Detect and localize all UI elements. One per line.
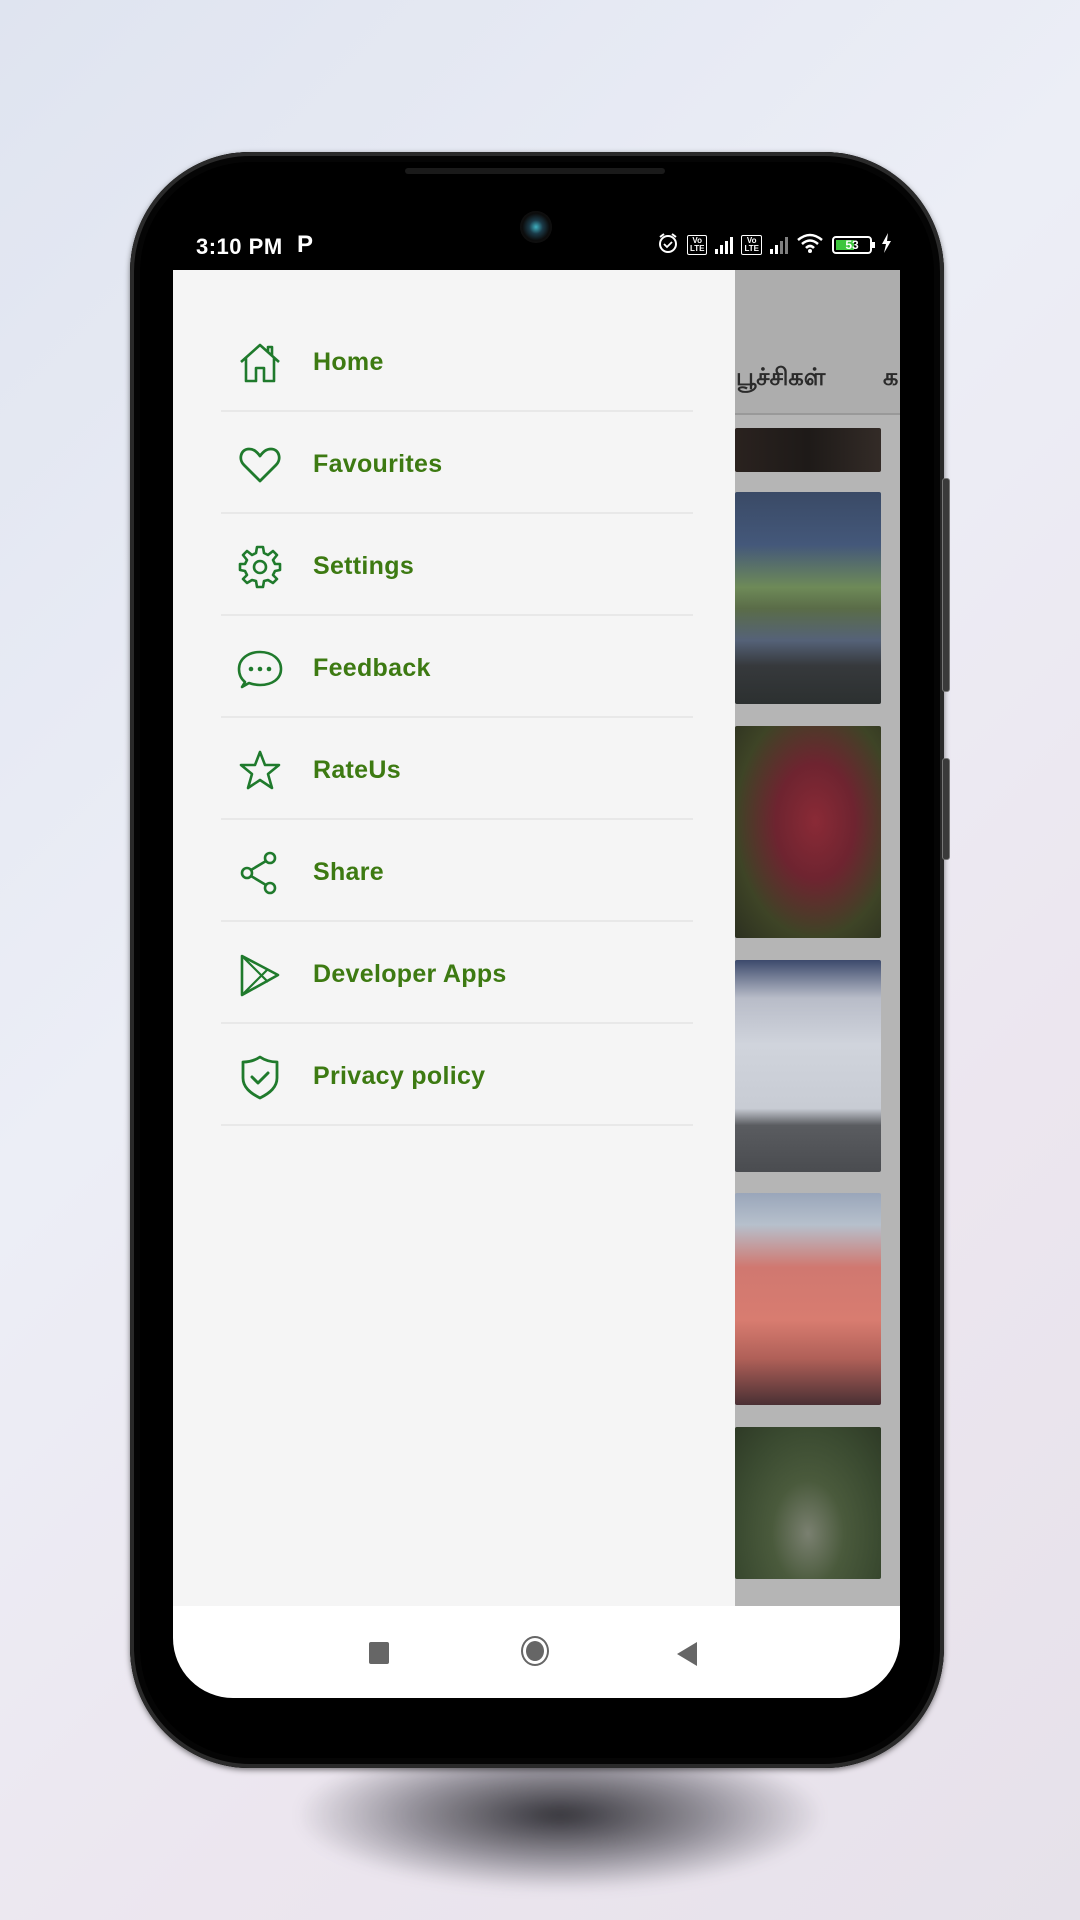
charging-icon bbox=[880, 232, 892, 257]
thumbnail-image[interactable] bbox=[735, 492, 881, 704]
notification-p-icon: P bbox=[297, 231, 314, 258]
drawer-item-favourites[interactable]: Favourites bbox=[221, 412, 693, 514]
signal-icon bbox=[715, 236, 734, 254]
drawer-item-developer-apps[interactable]: Developer Apps bbox=[221, 922, 693, 1024]
battery-icon: 53 bbox=[832, 235, 875, 254]
power-button bbox=[942, 758, 950, 860]
phone-screen: 3:10 PM P Vo LTE Vo LTE 53 பூச்சிகள் க H… bbox=[173, 198, 900, 1698]
home-icon bbox=[237, 340, 283, 386]
drawer-item-label: RateUs bbox=[313, 756, 401, 784]
background-tab[interactable]: க bbox=[883, 364, 898, 394]
drawer-item-share[interactable]: Share bbox=[221, 820, 693, 922]
signal-icon-2 bbox=[770, 236, 788, 254]
wifi-icon bbox=[796, 232, 824, 257]
drawer-item-settings[interactable]: Settings bbox=[221, 514, 693, 616]
drawer-item-label: Privacy policy bbox=[313, 1062, 486, 1090]
star-icon bbox=[237, 748, 283, 794]
back-button[interactable] bbox=[677, 1642, 697, 1666]
chat-bubble-icon bbox=[237, 646, 283, 692]
drawer-item-label: Feedback bbox=[313, 654, 431, 682]
drawer-menu: Home Favourites Settings Feedback RateUs… bbox=[221, 310, 693, 1126]
battery-percent: 53 bbox=[845, 237, 859, 252]
status-time: 3:10 PM bbox=[196, 234, 283, 259]
drawer-item-label: Favourites bbox=[313, 450, 443, 478]
drawer-item-feedback[interactable]: Feedback bbox=[221, 616, 693, 718]
system-nav-bar bbox=[173, 1606, 900, 1698]
thumbnail-image[interactable] bbox=[735, 428, 881, 472]
play-store-icon bbox=[237, 952, 283, 998]
thumbnail-image[interactable] bbox=[735, 960, 881, 1172]
volume-button bbox=[942, 478, 950, 692]
share-icon bbox=[237, 850, 283, 896]
recents-button[interactable] bbox=[369, 1642, 389, 1664]
drawer-item-home[interactable]: Home bbox=[221, 310, 693, 412]
earpiece-speaker bbox=[405, 168, 665, 174]
volte-icon: Vo LTE bbox=[686, 234, 708, 255]
drawer-item-label: Developer Apps bbox=[313, 960, 507, 988]
heart-icon bbox=[237, 442, 283, 488]
shield-check-icon bbox=[237, 1054, 283, 1100]
volte-icon-2: Vo LTE bbox=[741, 234, 762, 255]
app-content: பூச்சிகள் க Home Favourites Settings Fee… bbox=[173, 270, 900, 1606]
navigation-drawer: Home Favourites Settings Feedback RateUs… bbox=[173, 270, 735, 1606]
background-tab[interactable]: பூச்சிகள் bbox=[736, 364, 825, 394]
drawer-item-rateus[interactable]: RateUs bbox=[221, 718, 693, 820]
status-icons: Vo LTE Vo LTE 53 bbox=[657, 232, 892, 257]
thumbnail-image[interactable] bbox=[735, 1193, 881, 1405]
thumbnail-image[interactable] bbox=[735, 1427, 881, 1579]
front-camera bbox=[520, 211, 552, 243]
thumbnail-image[interactable] bbox=[735, 726, 881, 938]
alarm-icon bbox=[657, 232, 679, 257]
drawer-item-label: Settings bbox=[313, 552, 415, 580]
drawer-item-label: Home bbox=[313, 348, 384, 376]
home-button[interactable] bbox=[521, 1636, 549, 1666]
gear-icon bbox=[237, 544, 283, 590]
drawer-item-privacy-policy[interactable]: Privacy policy bbox=[221, 1024, 693, 1126]
drawer-item-label: Share bbox=[313, 858, 384, 886]
